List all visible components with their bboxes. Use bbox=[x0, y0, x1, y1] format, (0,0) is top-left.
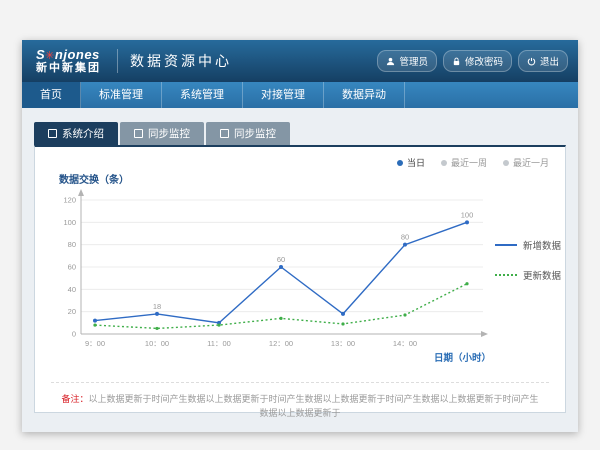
tab-system-intro[interactable]: 系统介绍 bbox=[34, 122, 118, 145]
header-divider bbox=[117, 49, 118, 73]
legend-updated-data[interactable]: 更新数据 bbox=[495, 268, 561, 282]
tab-bar: 系统介绍 同步监控 同步监控 bbox=[34, 122, 566, 145]
legend-new-data[interactable]: 新增数据 bbox=[495, 238, 561, 252]
logo-star-icon: ✳ bbox=[45, 50, 55, 62]
svg-text:100: 100 bbox=[63, 218, 76, 227]
svg-text:60: 60 bbox=[277, 255, 285, 264]
svg-text:12：00: 12：00 bbox=[269, 339, 293, 348]
content-area: 系统介绍 同步监控 同步监控 当日 bbox=[22, 108, 578, 432]
svg-text:13：00: 13：00 bbox=[331, 339, 355, 348]
footnote-text: 以上数据更新于时间产生数据以上数据更新于时间产生数据以上数据更新于时间产生数据以… bbox=[89, 394, 539, 418]
document-icon bbox=[220, 129, 229, 138]
tab-label: 系统介绍 bbox=[62, 126, 104, 141]
admin-button[interactable]: 管理员 bbox=[377, 50, 437, 72]
legend-label: 新增数据 bbox=[523, 238, 561, 252]
logout-label: 退出 bbox=[540, 54, 559, 68]
change-password-button[interactable]: 修改密码 bbox=[443, 50, 512, 72]
nav-item-standard-management[interactable]: 标准管理 bbox=[81, 82, 162, 108]
tab-label: 同步监控 bbox=[148, 126, 190, 141]
user-icon bbox=[386, 57, 395, 66]
admin-label: 管理员 bbox=[399, 54, 428, 68]
svg-text:80: 80 bbox=[401, 233, 409, 242]
svg-text:60: 60 bbox=[68, 263, 76, 272]
nav-item-connection-management[interactable]: 对接管理 bbox=[243, 82, 324, 108]
change-password-label: 修改密码 bbox=[465, 54, 503, 68]
nav-item-system-management[interactable]: 系统管理 bbox=[162, 82, 243, 108]
filter-today[interactable]: 当日 bbox=[397, 156, 425, 169]
app-window: S✳njones 新中新集团 数据资源中心 管理员 修改密码 bbox=[22, 40, 578, 432]
solid-line-icon bbox=[495, 244, 517, 246]
document-icon bbox=[48, 129, 57, 138]
logo-en: S✳njones bbox=[36, 48, 101, 63]
svg-text:100: 100 bbox=[461, 210, 474, 219]
tab-sync-monitor-2[interactable]: 同步监控 bbox=[206, 122, 290, 145]
svg-text:10：00: 10：00 bbox=[145, 339, 169, 348]
filter-dot bbox=[397, 160, 403, 166]
header-actions: 管理员 修改密码 退出 bbox=[377, 50, 578, 72]
svg-text:日期（小时）: 日期（小时） bbox=[434, 352, 491, 364]
svg-text:14：00: 14：00 bbox=[393, 339, 417, 348]
line-chart: 0 20 40 60 80 100 120 9：00 10：00 11：00 12：00 13：00 1… bbox=[45, 186, 495, 382]
svg-text:9：00: 9：00 bbox=[85, 339, 105, 348]
svg-text:20: 20 bbox=[68, 307, 76, 316]
page-background: S✳njones 新中新集团 数据资源中心 管理员 修改密码 bbox=[0, 0, 600, 450]
app-title: 数据资源中心 bbox=[130, 51, 232, 71]
tab-label: 同步监控 bbox=[234, 126, 276, 141]
document-icon bbox=[134, 129, 143, 138]
power-icon bbox=[527, 57, 536, 66]
dotted-line-icon bbox=[495, 274, 517, 276]
svg-text:11：00: 11：00 bbox=[207, 339, 231, 348]
filter-label: 最近一周 bbox=[451, 156, 487, 169]
svg-text:120: 120 bbox=[63, 196, 76, 205]
chart-filter-legend: 当日 最近一周 最近一月 bbox=[35, 147, 565, 169]
filter-label: 当日 bbox=[407, 156, 425, 169]
tab-sync-monitor-1[interactable]: 同步监控 bbox=[120, 122, 204, 145]
nav-item-home[interactable]: 首页 bbox=[22, 82, 81, 108]
top-header: S✳njones 新中新集团 数据资源中心 管理员 修改密码 bbox=[22, 40, 578, 82]
svg-text:0: 0 bbox=[72, 330, 76, 339]
main-nav: 首页 标准管理 系统管理 对接管理 数据异动 bbox=[22, 82, 578, 108]
filter-dot bbox=[503, 160, 509, 166]
filter-dot bbox=[441, 160, 447, 166]
nav-item-data-change[interactable]: 数据异动 bbox=[324, 82, 405, 108]
series-legend: 新增数据 更新数据 bbox=[495, 238, 561, 282]
logout-button[interactable]: 退出 bbox=[518, 50, 568, 72]
chart-panel: 当日 最近一周 最近一月 数据交换（条） 0 20 40 60 80 100 120 9：00… bbox=[34, 145, 566, 413]
lock-icon bbox=[452, 57, 461, 66]
y-axis-title: 数据交换（条） bbox=[35, 169, 565, 186]
filter-last-week[interactable]: 最近一周 bbox=[441, 156, 487, 169]
footnote-label: 备注： bbox=[61, 394, 88, 404]
legend-label: 更新数据 bbox=[523, 268, 561, 282]
filter-last-month[interactable]: 最近一月 bbox=[503, 156, 549, 169]
svg-text:80: 80 bbox=[68, 240, 76, 249]
footnote: 备注：以上数据更新于时间产生数据以上数据更新于时间产生数据以上数据更新于时间产生… bbox=[51, 382, 549, 420]
svg-text:40: 40 bbox=[68, 285, 76, 294]
logo-cn: 新中新集团 bbox=[36, 63, 101, 75]
logo: S✳njones 新中新集团 bbox=[22, 48, 113, 74]
svg-text:18: 18 bbox=[153, 302, 161, 311]
filter-label: 最近一月 bbox=[513, 156, 549, 169]
chart-container: 0 20 40 60 80 100 120 9：00 10：00 11：00 12：00 13：00 1… bbox=[35, 186, 565, 382]
